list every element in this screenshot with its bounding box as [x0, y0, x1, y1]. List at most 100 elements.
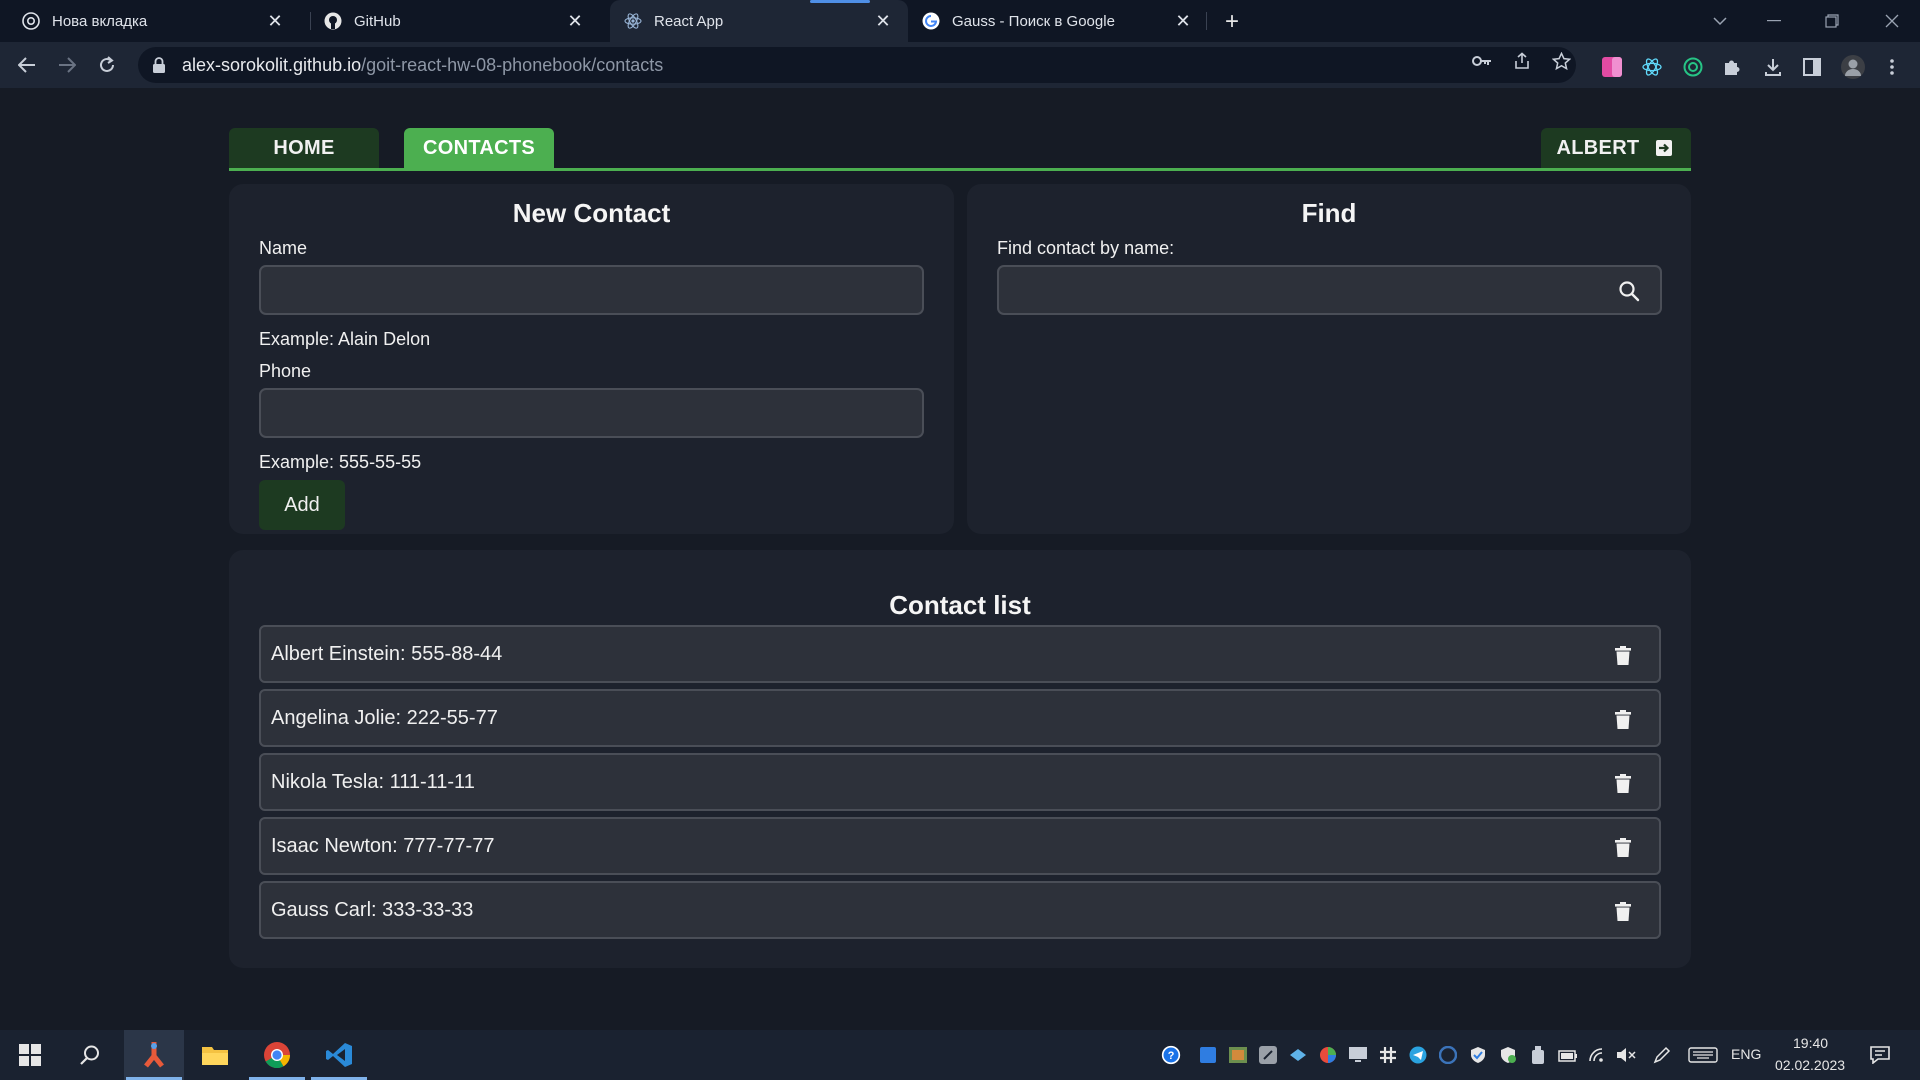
extensions-puzzle-icon[interactable] — [1720, 55, 1744, 79]
contact-text: Albert Einstein: 555-88-44 — [271, 642, 503, 665]
profile-avatar[interactable] — [1841, 55, 1865, 79]
trash-icon[interactable] — [1613, 708, 1633, 730]
new-contact-panel: New Contact Name Example: Alain Delon Ph… — [229, 184, 954, 534]
bookmark-star-icon[interactable] — [1551, 51, 1571, 71]
reload-button[interactable] — [93, 51, 121, 79]
restore-icon — [1825, 14, 1839, 28]
clock-time[interactable]: 19:40 — [1793, 1035, 1828, 1051]
trash-icon[interactable] — [1613, 900, 1633, 922]
github-icon — [324, 12, 342, 30]
taskbar-screenshot-app[interactable] — [124, 1030, 184, 1080]
slack-tray-icon[interactable] — [1378, 1045, 1398, 1065]
contact-text: Angelina Jolie: 222-55-77 — [271, 706, 498, 729]
help-icon[interactable]: ? — [1161, 1045, 1181, 1065]
monitor-tray-icon[interactable] — [1348, 1045, 1368, 1065]
find-title: Find — [1301, 198, 1357, 228]
nav-home-link[interactable]: HOME — [229, 128, 379, 168]
restore-button[interactable] — [1812, 6, 1852, 36]
arrow-left-icon — [18, 57, 35, 73]
name-hint: Example: Alain Delon — [259, 329, 431, 349]
notifications-icon[interactable] — [1870, 1045, 1890, 1065]
user-menu[interactable]: ALBERT — [1541, 128, 1691, 168]
taskbar-vscode[interactable] — [309, 1030, 369, 1080]
add-contact-button[interactable]: Add — [259, 480, 345, 530]
taskbar-file-explorer[interactable] — [185, 1030, 245, 1080]
search-icon — [80, 1045, 99, 1065]
name-input[interactable] — [259, 265, 924, 315]
tab-title: Нова вкладка — [52, 12, 148, 30]
volume-muted-icon[interactable] — [1616, 1045, 1636, 1065]
trash-icon[interactable] — [1613, 772, 1633, 794]
security-tray-icon[interactable] — [1498, 1045, 1518, 1065]
trash-icon[interactable] — [1613, 836, 1633, 858]
tab-github[interactable]: GitHub ✕ — [300, 0, 600, 42]
nav-contacts-link[interactable]: CONTACTS — [404, 128, 554, 168]
pen-tray-icon[interactable] — [1258, 1045, 1278, 1065]
tab-search-button[interactable] — [1700, 6, 1740, 36]
reload-icon — [100, 56, 114, 72]
trash-icon[interactable] — [1613, 644, 1633, 666]
url-host: alex-sorokolit.github.io — [182, 54, 362, 75]
close-icon[interactable]: ✕ — [872, 10, 894, 32]
password-key-icon[interactable] — [1472, 51, 1492, 71]
chrome-newtab-icon — [22, 12, 40, 30]
minimize-button[interactable] — [1754, 6, 1794, 36]
taskbar-chrome[interactable] — [247, 1030, 307, 1080]
lock-icon[interactable] — [152, 57, 168, 73]
chevron-down-icon — [1713, 17, 1727, 26]
wifi-icon[interactable] — [1588, 1045, 1608, 1065]
browser-tab-strip: Нова вкладка ✕ GitHub ✕ React App ✕ Gaus… — [0, 0, 1920, 42]
language-indicator[interactable]: ENG — [1731, 1046, 1761, 1062]
address-bar[interactable]: alex-sorokolit.github.io /goit-react-hw-… — [138, 47, 1576, 83]
folder-icon — [202, 1047, 228, 1065]
clock-date[interactable]: 02.02.2023 — [1775, 1057, 1845, 1073]
tab-new-tab[interactable]: Нова вкладка ✕ — [0, 0, 300, 42]
edge-tray-icon[interactable] — [1438, 1045, 1458, 1065]
telegram-tray-icon[interactable] — [1408, 1045, 1428, 1065]
close-window-button[interactable] — [1872, 6, 1912, 36]
user-name: ALBERT — [1556, 136, 1640, 159]
phone-input[interactable] — [259, 388, 924, 438]
app-navigation: HOME CONTACTS ALBERT — [229, 128, 1691, 171]
close-icon[interactable]: ✕ — [1172, 10, 1194, 32]
svg-text:?: ? — [1168, 1050, 1175, 1062]
close-icon[interactable]: ✕ — [264, 10, 286, 32]
download-icon[interactable] — [1761, 55, 1785, 79]
react-devtools-icon[interactable] — [1640, 55, 1664, 79]
pen-icon[interactable] — [1652, 1045, 1672, 1065]
find-input[interactable] — [997, 265, 1662, 315]
close-icon — [1885, 14, 1899, 28]
new-contact-title: New Contact — [512, 198, 671, 228]
keyboard-icon[interactable] — [1688, 1045, 1718, 1065]
color-extension-icon[interactable] — [1600, 55, 1624, 79]
battery-icon[interactable] — [1558, 1045, 1578, 1065]
tab-google-search[interactable]: Gauss - Поиск в Google ✕ — [910, 0, 1208, 42]
share-icon[interactable] — [1512, 51, 1532, 71]
forward-button[interactable] — [53, 51, 81, 79]
app-tray-icon[interactable] — [1198, 1045, 1218, 1065]
windows-taskbar: ? ENG 19:40 02.02.2023 — [0, 1030, 1920, 1080]
back-button[interactable] — [13, 51, 41, 79]
arrow-right-icon — [59, 57, 76, 73]
target-extension-icon[interactable] — [1681, 55, 1705, 79]
tab-title: React App — [654, 12, 724, 30]
contact-item: Gauss Carl: 333-33-33 — [259, 881, 1661, 939]
phonebook-app: HOME CONTACTS ALBERT New Contact Name Ex… — [0, 88, 1920, 1030]
color-tray-icon[interactable] — [1318, 1045, 1338, 1065]
image-tray-icon[interactable] — [1228, 1045, 1248, 1065]
contact-text: Gauss Carl: 333-33-33 — [271, 898, 474, 921]
close-icon[interactable]: ✕ — [564, 10, 586, 32]
shield-tray-icon[interactable] — [1468, 1045, 1488, 1065]
browser-menu-icon[interactable] — [1880, 55, 1904, 79]
search-icon[interactable] — [1618, 280, 1640, 302]
start-button[interactable] — [0, 1030, 60, 1080]
usb-tray-icon[interactable] — [1528, 1045, 1548, 1065]
contact-list-title: Contact list — [889, 590, 1031, 620]
new-tab-button[interactable]: + — [1218, 8, 1246, 36]
url-path: /goit-react-hw-08-phonebook/contacts — [361, 54, 664, 75]
bird-tray-icon[interactable] — [1288, 1045, 1308, 1065]
tab-react-app[interactable]: React App ✕ — [610, 0, 908, 42]
logout-icon[interactable] — [1653, 137, 1675, 159]
side-panel-icon[interactable] — [1800, 55, 1824, 79]
taskbar-search-button[interactable] — [60, 1030, 120, 1080]
